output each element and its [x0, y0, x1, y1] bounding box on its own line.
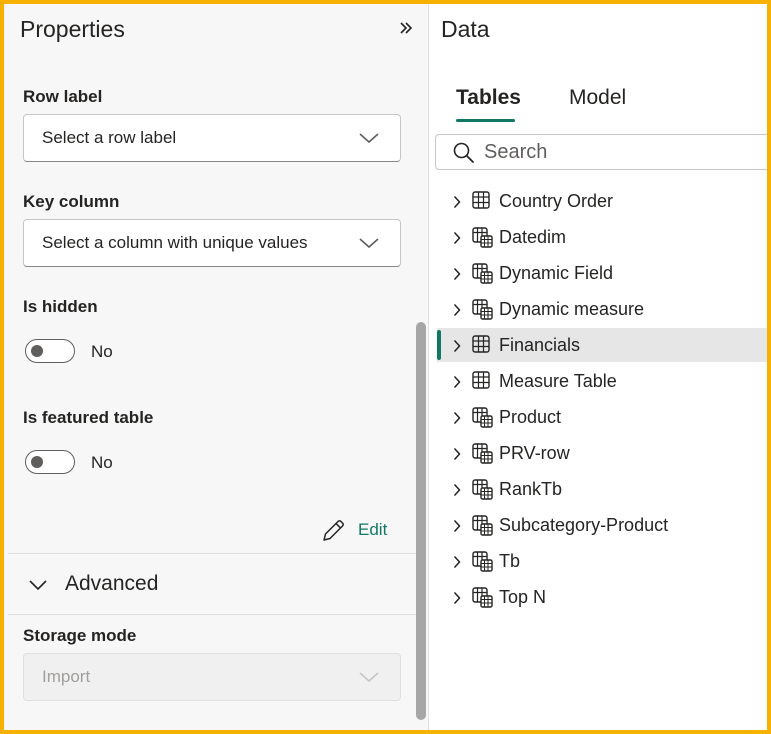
- chevron-down-icon: [359, 133, 379, 144]
- table-item[interactable]: Tb: [437, 544, 767, 578]
- advanced-label: Advanced: [65, 572, 159, 595]
- row-label-dropdown[interactable]: Select a row label: [23, 114, 401, 162]
- table-item-label: Product: [499, 407, 562, 427]
- table-item-label: Country Order: [499, 191, 614, 211]
- table-item-label: Tb: [499, 551, 521, 571]
- toggle-knob: [31, 456, 43, 468]
- data-title: Data: [441, 16, 490, 42]
- table-item-label: PRV-row: [499, 443, 570, 463]
- storage-mode-value: Import: [42, 667, 91, 686]
- is-hidden-label: Is hidden: [23, 297, 98, 316]
- row-label-placeholder: Select a row label: [42, 128, 177, 147]
- edit-label: Edit: [358, 520, 388, 539]
- chevron-right-icon[interactable]: [453, 519, 461, 533]
- chevron-right-icon[interactable]: [453, 231, 461, 245]
- calculated-table-icon: [472, 587, 493, 608]
- table-item-label: Financials: [499, 335, 581, 355]
- table-item[interactable]: Measure Table: [437, 364, 767, 398]
- properties-title: Properties: [20, 16, 125, 42]
- pencil-icon: [323, 520, 344, 541]
- table-item-label: Dynamic Field: [499, 263, 614, 283]
- scrollbar-thumb[interactable]: [416, 322, 426, 720]
- is-hidden-toggle[interactable]: [25, 339, 75, 363]
- key-column-placeholder: Select a column with unique values: [42, 233, 308, 252]
- search-box[interactable]: [435, 134, 767, 170]
- table-item[interactable]: Product: [437, 400, 767, 434]
- chevron-right-icon[interactable]: [453, 195, 461, 209]
- section-divider: [8, 614, 416, 615]
- tab-tables[interactable]: Tables: [456, 86, 521, 110]
- chevron-right-icon[interactable]: [453, 339, 461, 353]
- chevron-down-icon: [359, 238, 379, 249]
- storage-mode-label: Storage mode: [23, 626, 137, 645]
- chevron-right-icon[interactable]: [453, 303, 461, 317]
- table-item[interactable]: Dynamic measure: [437, 292, 767, 326]
- table-icon: [472, 371, 490, 389]
- table-item-label: Datedim: [499, 227, 567, 247]
- chevron-right-icon[interactable]: [453, 483, 461, 497]
- table-item-label: Measure Table: [499, 371, 617, 391]
- calculated-table-icon: [472, 407, 493, 428]
- properties-scrollbar[interactable]: [416, 322, 426, 720]
- calculated-table-icon: [472, 515, 493, 536]
- data-pane: Data Tables Model Country Order Datedim Dy…: [430, 4, 767, 730]
- table-item[interactable]: Financials: [437, 328, 767, 362]
- chevron-down-icon: [359, 672, 379, 683]
- chevron-right-icon[interactable]: [453, 591, 461, 605]
- table-item[interactable]: Country Order: [437, 184, 767, 218]
- chevron-right-icon[interactable]: [453, 375, 461, 389]
- is-hidden-value: No: [91, 342, 113, 361]
- calculated-table-icon: [472, 551, 493, 572]
- table-item[interactable]: RankTb: [437, 472, 767, 506]
- chevron-down-icon: [29, 580, 47, 591]
- properties-pane: Properties Row label Select a row label …: [4, 4, 429, 730]
- calculated-table-icon: [472, 299, 493, 320]
- collapse-pane-button[interactable]: [396, 18, 416, 40]
- section-divider: [8, 553, 416, 554]
- table-item-label: Subcategory-Product: [499, 515, 669, 535]
- table-item[interactable]: PRV-row: [437, 436, 767, 470]
- chevron-right-icon[interactable]: [453, 411, 461, 425]
- is-featured-value: No: [91, 453, 113, 472]
- chevron-right-icon[interactable]: [453, 267, 461, 281]
- is-featured-toggle[interactable]: [25, 450, 75, 474]
- chevron-right-icon[interactable]: [453, 447, 461, 461]
- chevron-right-icon[interactable]: [453, 555, 461, 569]
- table-item[interactable]: Datedim: [437, 220, 767, 254]
- search-icon: [453, 142, 474, 163]
- double-chevron-right-icon: [400, 22, 413, 34]
- calculated-table-icon: [472, 479, 493, 500]
- calculated-table-icon: [472, 227, 493, 248]
- toggle-knob: [31, 345, 43, 357]
- table-icon: [472, 191, 490, 209]
- table-icon: [472, 335, 490, 353]
- tab-model[interactable]: Model: [569, 86, 626, 110]
- storage-mode-dropdown: Import: [23, 653, 401, 701]
- table-item[interactable]: Dynamic Field: [437, 256, 767, 290]
- search-input[interactable]: [484, 139, 754, 165]
- calculated-table-icon: [472, 263, 493, 284]
- table-item-label: RankTb: [499, 479, 563, 499]
- calculated-table-icon: [472, 443, 493, 464]
- row-label-label: Row label: [23, 87, 103, 106]
- is-featured-label: Is featured table: [23, 408, 154, 427]
- table-item[interactable]: Top N: [437, 580, 767, 614]
- table-item-label: Top N: [499, 587, 547, 607]
- table-item-label: Dynamic measure: [499, 299, 645, 319]
- table-item[interactable]: Subcategory-Product: [437, 508, 767, 542]
- key-column-label: Key column: [23, 192, 120, 211]
- active-tab-indicator: [456, 119, 515, 122]
- key-column-dropdown[interactable]: Select a column with unique values: [23, 219, 401, 267]
